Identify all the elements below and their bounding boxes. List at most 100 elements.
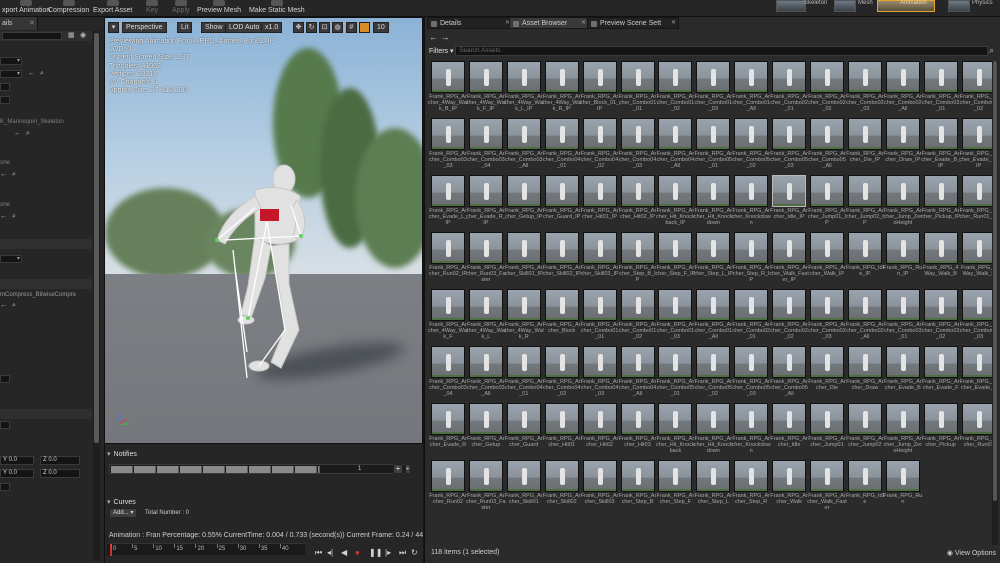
eye-icon[interactable]: ◉ [80, 32, 86, 39]
asset-tile[interactable]: Frank_RPG_Archer_Step_F [657, 460, 694, 512]
asset-tile[interactable]: Frank_RPG_Archer_Jump02 [846, 403, 884, 455]
property-dropdown-8[interactable] [0, 483, 10, 491]
asset-tile[interactable]: Frank_RPG_Archer_Idle [770, 403, 808, 455]
asset-tile[interactable]: Frank_RPG_Archer_Combo03_03 [960, 289, 997, 341]
skip-start-icon[interactable]: ⏮ [315, 548, 322, 558]
details-tab[interactable]: ails ✕ [0, 17, 38, 30]
asset-tile[interactable]: Frank_RPG_Archer_Walk_IP [808, 232, 846, 284]
asset-tile[interactable]: Frank_RPG_Archer_Step_F_IP [656, 232, 695, 284]
asset-tile[interactable]: Frank_RPG_Archer_Run01_IP [959, 175, 998, 227]
search-icon[interactable]: ⌕ [12, 213, 18, 220]
asset-tile[interactable]: Frank_RPG_Archer_Combo05_All [770, 346, 808, 398]
asset-tile[interactable]: Frank_RPG_Archer_Combo05_02 [732, 118, 770, 170]
asset-tile[interactable]: Frank_RPG_Archer_4Way_Walk_F [428, 289, 468, 341]
asset-tile[interactable]: Frank_RPG_Archer_Step_L_IP [694, 232, 733, 284]
details-search-field[interactable] [2, 32, 62, 40]
asset-tile[interactable]: Frank_RPG_Archer_Skill03_IP [580, 232, 619, 284]
asset-tile[interactable]: Frank_RPG_Archer_4Way_Walk_B_IP [428, 61, 468, 113]
search-icon[interactable]: ⌕ [40, 70, 46, 77]
playback-speed-button[interactable]: x1.0 [261, 22, 283, 33]
asset-tile[interactable]: Frank_RPG_Archer_Combo05_02 [694, 346, 732, 398]
asset-tile[interactable]: Frank_RPG_Archer_Combo01_All [732, 61, 770, 113]
arrow-left-icon[interactable]: ← [28, 70, 35, 77]
asset-tile[interactable]: Frank_RPG_Archer_Hit_Knockback [656, 403, 695, 455]
asset-tile[interactable]: Frank_RPG_Archer_Combo03_All [467, 346, 505, 398]
asset-tile[interactable]: Frank_RPG_Archer_Skill01 [505, 460, 543, 512]
arrow-left-icon[interactable]: ← [0, 213, 7, 220]
record-icon[interactable]: ● [355, 548, 360, 557]
asset-tile[interactable]: Frank_RPG_Archer_Draw [846, 346, 884, 398]
asset-tile[interactable]: Frank_RPG_Archer_Combo04_03 [619, 118, 656, 170]
asset-tile[interactable]: Frank_RPG_Archer_4Way_Walk_F_IP [466, 61, 506, 113]
property-dropdown-3[interactable] [0, 83, 10, 91]
asset-tile[interactable]: Frank_RPG_Archer_Step_L [694, 460, 732, 512]
back-arrow-icon[interactable]: ← [429, 32, 438, 42]
asset-tile[interactable]: Frank_RPG_Archer_Die_IP [846, 118, 884, 170]
asset-tile[interactable]: Frank_RPG_Archer_Combo05_03 [732, 346, 770, 398]
view-options-button[interactable]: ◉ View Options [947, 549, 996, 557]
lod-button[interactable]: LOD Auto [225, 22, 264, 33]
asset-tile[interactable]: Frank_RPG_Archer_Combo05_All [808, 118, 846, 170]
asset-tile[interactable]: Frank_RPG_Archer_Draw_IP [884, 118, 922, 170]
property-dropdown-2[interactable]: ▾ [0, 70, 22, 78]
asset-tile[interactable]: Frank_RPG_Archer_Combo02_02 [770, 289, 808, 341]
notifies-header[interactable]: ▾ Notifies [107, 450, 407, 459]
search-assets-input[interactable]: Search Assets [455, 46, 988, 56]
asset-tile[interactable]: Frank_RPG_Archer_Getup [467, 403, 505, 455]
asset-tile[interactable]: Frank_RPG_Archer_Combo03_01 [922, 61, 959, 113]
asset-tile[interactable]: Frank_RPG_Archer_Combo03_04 [429, 346, 467, 398]
asset-tile[interactable]: Frank_RPG_4Way_Walk_F [961, 232, 996, 284]
grid-snap-icon[interactable]: # [346, 22, 357, 33]
arrow-left-icon[interactable]: ← [0, 171, 7, 178]
world-icon[interactable]: ◍ [332, 22, 343, 33]
search-icon[interactable]: ⌕ [12, 302, 18, 309]
export-asset-button[interactable]: Export Asset [93, 0, 132, 17]
asset-tile[interactable]: Frank_RPG_Archer_Evade_B [884, 346, 922, 398]
asset-tile[interactable]: Frank_RPG_Archer_Run03_Faster [466, 460, 506, 512]
asset-tile[interactable]: Frank_RPG_Archer_Knockdown [732, 175, 771, 227]
make-static-mesh-button[interactable]: Make Static Mesh [249, 0, 305, 17]
export-animation-button[interactable]: xport Animation [2, 0, 50, 17]
asset-tile[interactable]: Frank_RPG_Archer_Evade_L_IP [429, 175, 467, 227]
snap-value-button[interactable]: 10 [373, 22, 389, 33]
asset-grid-scrollbar-thumb[interactable] [993, 61, 997, 501]
asset-tile[interactable]: Frank_RPG_Archer_Combo02_02 [808, 61, 846, 113]
asset-tile[interactable]: Frank_RPG_Archer_Skill02 [543, 460, 580, 512]
curves-header[interactable]: ▾ Curves [107, 498, 407, 507]
asset-tile[interactable]: Frank_RPG_Archer_Combo02_03 [808, 289, 846, 341]
asset-tile[interactable]: Frank_RPG_Archer_Combo05_03 [770, 118, 808, 170]
asset-tile[interactable]: Frank_RPG_Archer_Combo01_02 [619, 289, 656, 341]
add-curve-button[interactable]: Add... ▾ [109, 508, 138, 518]
asset-tile[interactable]: Frank_RPG_Archer_Combo05_01 [694, 118, 732, 170]
asset-tile[interactable]: Frank_RPG_Archer_Walk_Faster_IP [769, 232, 809, 284]
property-dropdown-1[interactable]: ▾ [0, 57, 22, 65]
asset-tile[interactable]: Frank_RPG_Archer_Hit_Knockdown [694, 175, 733, 227]
asset-tile[interactable]: Frank_RPG_Archer_Pickup [922, 403, 959, 455]
asset-tile[interactable]: Frank_RPG_Archer_Die [808, 346, 846, 398]
asset-tile[interactable]: Frank_RPG_Archer_Block_01_IP [580, 61, 619, 113]
skip-end-icon[interactable]: ⏭ [399, 548, 406, 558]
animation-viewport[interactable]: ▾ Perspective Lit Show LOD Auto x1.0 ✥ ↻… [104, 17, 423, 444]
animation-category-row[interactable] [0, 239, 92, 249]
tab-preview-scene[interactable]: Preview Scene Sett ✕ [587, 17, 679, 29]
loop-icon[interactable]: ↻ [411, 548, 418, 557]
asset-tile[interactable]: Frank_RPG_Run [883, 460, 922, 512]
asset-tile[interactable]: Frank_RPG_Archer_4Way_Walk_R [504, 289, 544, 341]
key-button[interactable]: Key [146, 0, 158, 17]
asset-tile[interactable]: Frank_RPG_Archer_Step_R_IP [732, 232, 770, 284]
asset-tile[interactable]: Frank_RPG_Archer_Hit02 [581, 403, 618, 455]
asset-tile[interactable]: Frank_RPG_Archer_Hit02_IP [619, 175, 656, 227]
add-track-icon[interactable]: + [393, 464, 403, 474]
arrow-left-icon[interactable]: ← [0, 302, 7, 309]
asset-tile[interactable]: Frank_RPG_Archer_Combo01_01 [581, 289, 618, 341]
asset-tile[interactable]: Frank_RPG_Archer_Skill02_IP [543, 232, 581, 284]
asset-tile[interactable]: Frank_RPG_Archer_Combo05_01 [657, 346, 694, 398]
grid-view-icon[interactable]: ▦ [68, 32, 75, 39]
asset-tile[interactable]: Frank_RPG_Archer_Guard_IP [543, 175, 580, 227]
rotate-icon[interactable]: ↻ [306, 22, 317, 33]
asset-tile[interactable]: Frank_RPG_Archer_Evade_F [922, 346, 959, 398]
compression-category-row[interactable] [0, 279, 92, 289]
asset-tile[interactable]: Frank_RPG_Archer_Getup_IP [505, 175, 543, 227]
asset-tile[interactable]: Frank_RPG_Archer_4Way_Walk_L [466, 289, 506, 341]
property-dropdown-7[interactable] [0, 421, 10, 429]
